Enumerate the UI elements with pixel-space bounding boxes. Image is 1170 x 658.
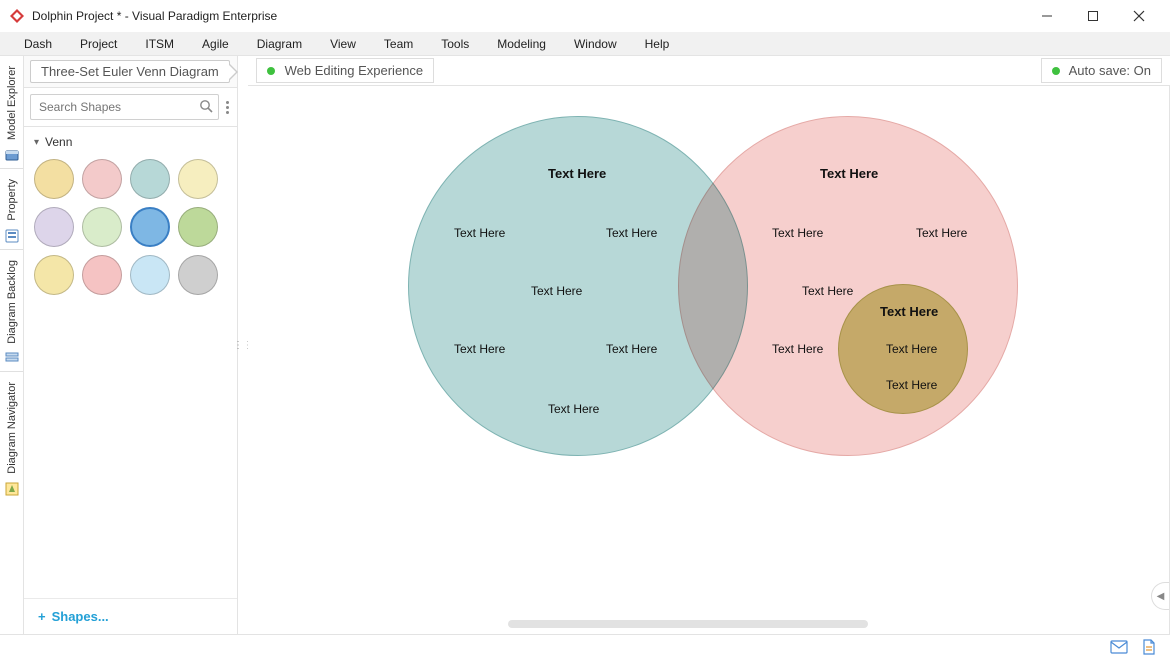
- autosave-chip[interactable]: Auto save: On: [1041, 58, 1162, 83]
- menu-project[interactable]: Project: [66, 32, 131, 56]
- diagram-canvas[interactable]: Text Here Text Here Text Here Text Here …: [248, 86, 1170, 634]
- window-maximize-button[interactable]: [1070, 0, 1116, 32]
- chevron-down-icon: ▾: [34, 137, 39, 148]
- breadcrumb-current[interactable]: Three-Set Euler Venn Diagram: [30, 60, 230, 83]
- side-tab-diagram-navigator[interactable]: Diagram Navigator: [0, 372, 23, 502]
- shape-swatches: [24, 153, 237, 301]
- app-logo-icon: [8, 7, 26, 25]
- mail-icon[interactable]: [1110, 640, 1128, 654]
- menu-tools[interactable]: Tools: [427, 32, 483, 56]
- venn-a-title[interactable]: Text Here: [548, 166, 606, 181]
- venn-c-label[interactable]: Text Here: [886, 342, 937, 356]
- document-icon[interactable]: [1142, 639, 1156, 655]
- side-tab-diagram-backlog[interactable]: Diagram Backlog: [0, 250, 23, 373]
- panel-splitter[interactable]: ⋮⋮: [238, 56, 248, 634]
- collapse-right-panel-button[interactable]: ◀: [1151, 582, 1169, 610]
- autosave-label: Auto save: On: [1069, 63, 1151, 78]
- backlog-icon: [5, 351, 19, 365]
- window-close-button[interactable]: [1116, 0, 1162, 32]
- shape-swatch[interactable]: [82, 159, 122, 199]
- plus-icon: +: [38, 609, 46, 624]
- model-explorer-icon: [5, 148, 19, 162]
- menu-modeling[interactable]: Modeling: [483, 32, 560, 56]
- menu-bar: Dash Project ITSM Agile Diagram View Tea…: [0, 32, 1170, 56]
- horizontal-scrollbar[interactable]: [508, 620, 868, 628]
- search-shapes-input[interactable]: [30, 94, 219, 120]
- shape-swatch[interactable]: [34, 255, 74, 295]
- shape-swatch[interactable]: [178, 255, 218, 295]
- side-tab-label: Model Explorer: [6, 62, 18, 144]
- side-tab-label: Diagram Navigator: [6, 378, 18, 478]
- shape-swatch[interactable]: [82, 207, 122, 247]
- shape-category-header[interactable]: ▾ Venn: [24, 127, 237, 153]
- shape-swatch[interactable]: [34, 159, 74, 199]
- shape-swatch[interactable]: [178, 159, 218, 199]
- window-minimize-button[interactable]: [1024, 0, 1070, 32]
- menu-help[interactable]: Help: [631, 32, 684, 56]
- venn-a-label[interactable]: Text Here: [606, 226, 657, 240]
- menu-view[interactable]: View: [316, 32, 370, 56]
- search-icon[interactable]: [199, 99, 213, 118]
- menu-window[interactable]: Window: [560, 32, 631, 56]
- title-bar: Dolphin Project * - Visual Paradigm Ente…: [0, 0, 1170, 32]
- side-tab-label: Property: [6, 175, 18, 225]
- side-tabs: Model Explorer Property Diagram Backlog …: [0, 56, 24, 634]
- venn-a-label[interactable]: Text Here: [454, 226, 505, 240]
- venn-a-label[interactable]: Text Here: [548, 402, 599, 416]
- breadcrumb-bar: Three-Set Euler Venn Diagram: [24, 56, 237, 88]
- venn-b-title[interactable]: Text Here: [820, 166, 878, 181]
- status-bar: [0, 634, 1170, 658]
- venn-a-label[interactable]: Text Here: [454, 342, 505, 356]
- navigator-icon: [5, 482, 19, 496]
- shape-swatch[interactable]: [82, 255, 122, 295]
- venn-b-label[interactable]: Text Here: [802, 284, 853, 298]
- venn-c-title[interactable]: Text Here: [880, 304, 938, 319]
- shape-swatch[interactable]: [130, 207, 170, 247]
- window-title: Dolphin Project * - Visual Paradigm Ente…: [32, 9, 277, 23]
- venn-b-label[interactable]: Text Here: [772, 226, 823, 240]
- menu-diagram[interactable]: Diagram: [243, 32, 316, 56]
- status-dot-icon: [267, 67, 275, 75]
- menu-itsm[interactable]: ITSM: [131, 32, 188, 56]
- side-tab-property[interactable]: Property: [0, 169, 23, 250]
- shape-category-label: Venn: [45, 135, 72, 149]
- shapes-link[interactable]: + Shapes...: [24, 598, 237, 634]
- venn-b-label[interactable]: Text Here: [916, 226, 967, 240]
- venn-a-label[interactable]: Text Here: [531, 284, 582, 298]
- shape-swatch[interactable]: [34, 207, 74, 247]
- side-tab-model-explorer[interactable]: Model Explorer: [0, 56, 23, 169]
- search-shapes-wrap: [30, 94, 219, 120]
- shape-swatch[interactable]: [178, 207, 218, 247]
- menu-team[interactable]: Team: [370, 32, 427, 56]
- venn-b-label[interactable]: Text Here: [772, 342, 823, 356]
- shapes-link-label: Shapes...: [52, 609, 109, 624]
- status-dot-icon: [1052, 67, 1060, 75]
- property-icon: [5, 229, 19, 243]
- venn-a-label[interactable]: Text Here: [606, 342, 657, 356]
- search-options-button[interactable]: [223, 101, 231, 114]
- venn-c-label[interactable]: Text Here: [886, 378, 937, 392]
- document-status-label: Web Editing Experience: [285, 63, 424, 78]
- canvas-area: Web Editing Experience Auto save: On Tex…: [248, 56, 1170, 634]
- menu-dash[interactable]: Dash: [10, 32, 66, 56]
- shape-swatch[interactable]: [130, 255, 170, 295]
- shape-swatch[interactable]: [130, 159, 170, 199]
- menu-agile[interactable]: Agile: [188, 32, 243, 56]
- document-status-chip[interactable]: Web Editing Experience: [256, 58, 434, 83]
- side-tab-label: Diagram Backlog: [6, 256, 18, 348]
- shapes-panel: Three-Set Euler Venn Diagram ▾ Venn + Sh…: [24, 56, 238, 634]
